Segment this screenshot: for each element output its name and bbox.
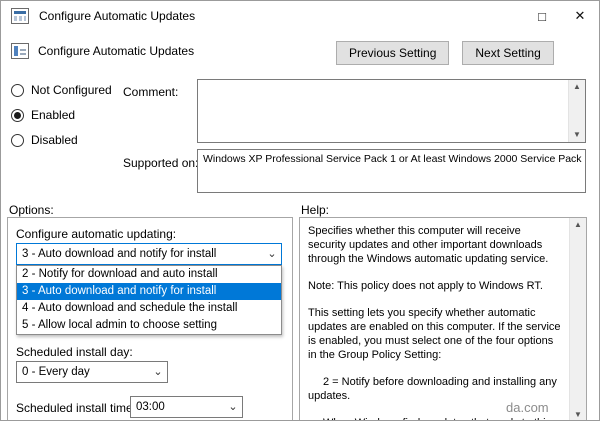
radio-option-enabled[interactable]: Enabled xyxy=(11,108,112,122)
help-paragraph: When Windows finds updates that apply to… xyxy=(308,416,561,420)
help-scrollbar[interactable]: ▲ ▼ xyxy=(569,218,586,420)
setting-nav-buttons: Previous Setting Next Setting xyxy=(336,41,554,65)
scheduled-day-value: 0 - Every day xyxy=(22,366,90,378)
supported-on-label: Supported on: xyxy=(123,156,199,170)
window-controls: □ ✕ xyxy=(523,1,599,31)
radio-option-disabled[interactable]: Disabled xyxy=(11,133,112,147)
radio-label: Not Configured xyxy=(31,83,112,97)
scheduled-time-dropdown[interactable]: 03:00 ⌄ xyxy=(130,396,243,418)
help-text: Specifies whether this computer will rec… xyxy=(300,218,569,420)
dropdown-option-2[interactable]: 2 - Notify for download and auto install xyxy=(17,266,281,283)
radio-circle xyxy=(11,133,24,147)
dropdown-option-5[interactable]: 5 - Allow local admin to choose setting xyxy=(17,317,281,334)
help-paragraph: 2 = Notify before downloading and instal… xyxy=(308,376,557,402)
titlebar[interactable]: Configure Automatic Updates □ ✕ xyxy=(1,1,599,31)
supported-on-value: Windows XP Professional Service Pack 1 o… xyxy=(197,149,586,193)
watermark: da.com xyxy=(506,400,549,415)
comment-label: Comment: xyxy=(123,85,179,99)
radio-label: Enabled xyxy=(31,108,76,122)
radio-circle xyxy=(11,83,24,97)
scheduled-time-value: 03:00 xyxy=(136,401,165,413)
scheduled-time-label: Scheduled install time: xyxy=(16,401,137,415)
policy-header: Configure Automatic Updates xyxy=(11,43,194,59)
scheduled-day-label: Scheduled install day: xyxy=(16,345,133,359)
policy-name: Configure Automatic Updates xyxy=(38,44,195,58)
options-panel: Configure automatic updating: 3 - Auto d… xyxy=(7,217,293,420)
configure-updating-label: Configure automatic updating: xyxy=(16,227,177,241)
help-panel: Specifies whether this computer will rec… xyxy=(299,217,587,420)
options-header: Options: xyxy=(9,203,54,217)
radio-label: Disabled xyxy=(31,133,78,147)
maximize-button[interactable]: □ xyxy=(523,1,561,31)
dropdown-option-4[interactable]: 4 - Auto download and schedule the insta… xyxy=(17,300,281,317)
previous-setting-button[interactable]: Previous Setting xyxy=(336,41,450,65)
comment-input[interactable]: ▲ ▼ xyxy=(197,79,586,143)
next-setting-button[interactable]: Next Setting xyxy=(462,41,554,65)
configure-updating-value: 3 - Auto download and notify for install xyxy=(22,248,217,260)
help-header: Help: xyxy=(301,203,330,217)
chevron-down-icon[interactable]: ⌄ xyxy=(149,366,167,378)
close-button[interactable]: ✕ xyxy=(561,1,599,31)
help-paragraph: This setting lets you specify whether au… xyxy=(308,307,561,361)
scroll-up-icon[interactable]: ▲ xyxy=(569,80,585,94)
chevron-down-icon[interactable]: ⌄ xyxy=(224,401,242,413)
radio-circle-selected xyxy=(11,108,24,122)
scheduled-day-dropdown[interactable]: 0 - Every day ⌄ xyxy=(16,361,168,383)
configure-updating-dropdown[interactable]: 3 - Auto download and notify for install… xyxy=(16,243,282,265)
app-icon xyxy=(11,8,29,24)
configure-updating-options-list: 2 - Notify for download and auto install… xyxy=(16,265,282,335)
scroll-up-icon[interactable]: ▲ xyxy=(570,218,586,232)
help-paragraph: Specifies whether this computer will rec… xyxy=(308,225,549,265)
policy-icon xyxy=(11,43,29,59)
state-radio-group: Not Configured Enabled Disabled xyxy=(11,83,112,158)
radio-option-not-configured[interactable]: Not Configured xyxy=(11,83,112,97)
help-paragraph: Note: This policy does not apply to Wind… xyxy=(308,280,543,292)
comment-scrollbar[interactable]: ▲ ▼ xyxy=(568,80,585,142)
dropdown-option-3-selected[interactable]: 3 - Auto download and notify for install xyxy=(17,283,281,300)
window-title: Configure Automatic Updates xyxy=(39,9,196,23)
configure-automatic-updates-dialog: Configure Automatic Updates □ ✕ Configur… xyxy=(0,0,600,421)
scroll-down-icon[interactable]: ▼ xyxy=(570,408,586,420)
scroll-down-icon[interactable]: ▼ xyxy=(569,128,585,142)
chevron-down-icon[interactable]: ⌄ xyxy=(263,248,281,260)
